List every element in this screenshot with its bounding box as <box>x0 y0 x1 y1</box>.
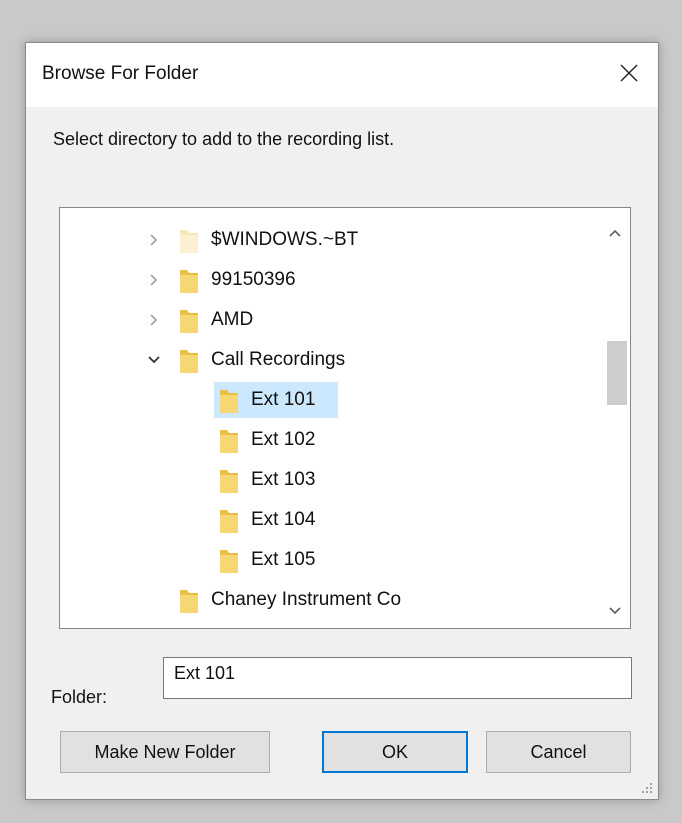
chevron-right-icon[interactable] <box>144 270 164 290</box>
tree-item-label: AMD <box>211 309 254 330</box>
tree-item[interactable]: Ext 101 <box>60 380 600 420</box>
scroll-thumb[interactable] <box>607 341 627 405</box>
tree-item[interactable]: $WINDOWS.~BT <box>60 220 600 260</box>
tree-item-label: Chaney Instrument Co <box>211 589 402 610</box>
folder-icon <box>180 310 198 333</box>
folder-icon <box>180 230 198 253</box>
resize-grip-icon[interactable] <box>640 781 654 795</box>
tree-item[interactable]: Ext 105 <box>60 540 600 580</box>
chevron-down-small-icon <box>609 607 621 615</box>
scroll-down-button[interactable] <box>600 596 630 626</box>
tree-item[interactable]: Chaney Instrument Co <box>60 580 600 620</box>
make-new-folder-button[interactable]: Make New Folder <box>60 731 270 773</box>
window-title: Browse For Folder <box>42 63 199 84</box>
folder-field[interactable] <box>163 657 632 699</box>
folder-icon <box>220 510 238 533</box>
chevron-up-icon <box>609 229 621 237</box>
tree-item-label: Call Recordings <box>211 349 346 370</box>
instruction-text: Select directory to add to the recording… <box>53 129 395 149</box>
tree-item-label: Ext 102 <box>251 429 316 450</box>
title-bar: Browse For Folder <box>26 43 658 107</box>
ok-button[interactable]: OK <box>322 731 468 773</box>
chevron-right-icon[interactable] <box>144 230 164 250</box>
folder-icon <box>220 430 238 453</box>
folder-icon <box>180 350 198 373</box>
tree-item-label: $WINDOWS.~BT <box>211 229 359 250</box>
folder-field-label: Folder: <box>51 687 108 707</box>
scroll-up-button[interactable] <box>600 218 630 248</box>
tree-item-label: Ext 105 <box>251 549 316 570</box>
folder-icon <box>220 390 238 413</box>
tree-item-label: Ext 103 <box>251 469 316 490</box>
tree-item[interactable]: Ext 104 <box>60 500 600 540</box>
cancel-button[interactable]: Cancel <box>486 731 631 773</box>
folder-icon <box>180 590 198 613</box>
tree-item[interactable]: Ext 102 <box>60 420 600 460</box>
close-icon <box>620 64 638 82</box>
folder-icon <box>220 550 238 573</box>
tree-item-label: 99150396 <box>211 269 296 290</box>
browse-for-folder-dialog: Browse For Folder Select directory to ad… <box>25 42 659 800</box>
tree-item[interactable]: 99150396 <box>60 260 600 300</box>
close-button[interactable] <box>600 43 658 103</box>
chevron-right-icon[interactable] <box>144 310 164 330</box>
tree-item[interactable]: AMD <box>60 300 600 340</box>
chevron-down-icon[interactable] <box>144 350 164 370</box>
folder-icon <box>180 270 198 293</box>
tree-item[interactable]: Ext 103 <box>60 460 600 500</box>
folder-tree[interactable]: $WINDOWS.~BT 99150396 AMD Call Recordings Ex… <box>59 207 631 629</box>
tree-item[interactable]: Call Recordings <box>60 340 600 380</box>
folder-icon <box>220 470 238 493</box>
tree-item-label: Ext 104 <box>251 509 316 530</box>
tree-scrollbar[interactable] <box>600 208 630 628</box>
tree-item-label: Ext 101 <box>251 389 316 410</box>
